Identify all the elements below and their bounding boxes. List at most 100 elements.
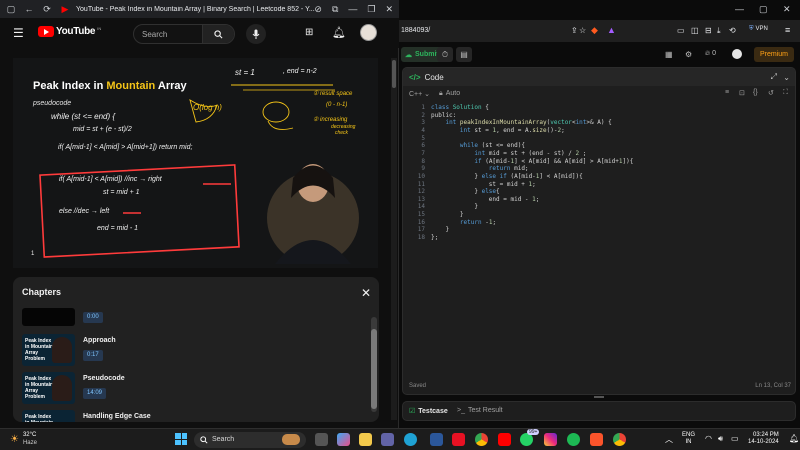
terminal-icon: >_ — [457, 407, 465, 414]
premium-button[interactable]: Premium — [753, 47, 794, 62]
chapter-item-approach[interactable]: Peak Index in Mountain Array Problem App… — [22, 334, 352, 366]
weather-widget[interactable]: ☀ 32°C Haze — [10, 431, 37, 447]
taskbar-search[interactable]: Search — [194, 432, 306, 448]
picture-in-picture-icon[interactable]: ⧉ — [332, 4, 338, 15]
test-result-tab[interactable]: >_ Test Result — [457, 407, 503, 414]
brave-icon[interactable] — [590, 433, 603, 446]
search-icon — [214, 29, 223, 38]
page-scrollbar[interactable] — [391, 58, 397, 420]
bookmark-icon[interactable]: ☆ — [579, 26, 586, 35]
camera-icon[interactable] — [430, 433, 443, 446]
download-icon[interactable]: ⤓ — [717, 26, 721, 36]
label-pseudocode: pseudocode — [33, 100, 72, 107]
youtube-wordmark: YouTube — [56, 26, 96, 37]
collapse-icon[interactable]: ⌄ — [783, 73, 790, 82]
search-button[interactable] — [202, 25, 234, 43]
clock[interactable]: 03:24 PM 14-10-2024 — [748, 432, 779, 446]
braces-icon[interactable]: {} — [753, 89, 758, 96]
profile-avatar[interactable] — [732, 49, 742, 59]
avatar[interactable] — [360, 24, 377, 41]
likes-counter[interactable]: 🔥︎ 0 — [705, 50, 716, 58]
chrome-icon[interactable] — [475, 433, 488, 446]
auto-mode-toggle[interactable]: 🔒︎ Auto — [439, 90, 460, 98]
code-tab[interactable]: </> Code ⤢ ⌄ — [403, 68, 795, 86]
search-input[interactable]: Search — [142, 30, 167, 39]
weather-temp: 32°C — [22, 432, 37, 438]
leetcode-toolbar: ☁ Submit ⏱ ▤ ▦ ⚙ 🔥︎ 0 Premium — [399, 42, 800, 66]
chapters-scrollbar[interactable] — [371, 317, 377, 412]
code-area[interactable]: 1 class Solution {2 public: 3 int peakIndex… — [403, 104, 795, 382]
layout-icon[interactable]: ▦ — [665, 50, 673, 59]
instagram-icon[interactable] — [544, 433, 557, 446]
edge-icon[interactable] — [404, 433, 417, 446]
note-mid: mid = st + (e - st)/2 — [73, 126, 132, 133]
timer-icon[interactable]: ⏱ — [437, 47, 453, 62]
chrome-profile-icon[interactable] — [613, 433, 626, 446]
url-text[interactable]: 1884093/ — [401, 27, 430, 34]
notes-icon[interactable]: ▤ — [456, 47, 472, 62]
notifications-bell-icon[interactable]: 🔔︎ — [332, 26, 346, 39]
menu-icon[interactable]: ≡ — [785, 25, 790, 35]
chapter-item-pseudocode[interactable]: Peak Index in Mountain Array Problem Pse… — [22, 372, 352, 404]
chapter-item-edge-case[interactable]: Peak Index in Mountain Handling Edge Cas… — [22, 410, 352, 422]
youtube-logo[interactable]: YouTube IN — [38, 26, 101, 37]
back-arrow-icon[interactable]: ← — [22, 2, 36, 16]
line-number: 18 — [417, 234, 425, 242]
extensions-icon[interactable]: ◫ — [691, 26, 699, 35]
chapter-item-intro[interactable]: 0:00 — [22, 308, 352, 326]
battery-icon[interactable]: ▭ — [731, 434, 739, 443]
code-editor-panel: </> Code ⤢ ⌄ C++ ⌄ 🔒︎ Auto ≡ ⊡ {} ↺ ⛶ 1 cl… — [402, 67, 796, 395]
format-icon[interactable]: ≡ — [725, 89, 729, 96]
spotify-icon[interactable] — [567, 433, 580, 446]
square-icon[interactable]: ▢ — [4, 2, 18, 16]
chevron-up-icon[interactable]: ︿ — [665, 434, 673, 445]
start-button[interactable] — [175, 433, 187, 445]
teams-icon[interactable] — [381, 433, 394, 446]
close-window-icon[interactable]: ✕ — [385, 4, 393, 15]
leetcode-window: — ▢ ✕ 1884093/ ⇪ ☆ ◆ ▲ ▭ ◫ ⊟ ⤓ ⟲ ⛨ VPN ≡ … — [399, 0, 800, 428]
brave-shield-icon[interactable]: ◆ — [591, 25, 598, 36]
reset-icon[interactable]: ↺ — [768, 89, 774, 97]
expand-icon[interactable]: ⤢ — [771, 72, 777, 82]
eye-slash-icon[interactable]: ⊘ — [314, 4, 322, 15]
bookmark-icon[interactable]: ⊡ — [739, 89, 745, 97]
video-player[interactable]: Peak Index in Mountain Array pseudocode … — [13, 58, 378, 268]
wallet-icon[interactable]: ⊟ — [705, 26, 712, 35]
note-c1b: (0 - n-1) — [326, 102, 348, 108]
app-red-icon[interactable] — [452, 433, 465, 446]
editor-status-bar: Saved Ln 13, Col 37 — [403, 380, 795, 394]
testcase-tab[interactable]: ☑ Testcase — [409, 407, 448, 416]
panel-icon[interactable]: ▭ — [677, 26, 685, 35]
settings-gear-icon[interactable]: ⚙ — [685, 50, 692, 59]
share-icon[interactable]: ⇪ — [571, 26, 578, 35]
task-view-icon[interactable] — [315, 433, 328, 446]
close-icon[interactable]: ✕ — [361, 286, 371, 300]
fullscreen-icon[interactable]: ⛶ — [783, 89, 788, 97]
youtube-app-icon[interactable] — [498, 433, 511, 446]
reload-icon[interactable]: ⟳ — [40, 2, 54, 16]
create-video-icon[interactable]: ⊞ — [305, 27, 313, 38]
brave-rewards-icon[interactable]: ▲ — [607, 25, 616, 35]
hamburger-menu-icon[interactable]: ☰ — [13, 26, 24, 40]
note-else: else //dec → left — [59, 208, 110, 215]
minimize-icon[interactable]: — — [735, 4, 744, 14]
wifi-icon[interactable]: ◠ — [705, 434, 712, 443]
maximize-icon[interactable]: ▢ — [759, 4, 768, 15]
files-icon[interactable] — [359, 433, 372, 446]
search-box[interactable]: Search — [133, 24, 235, 44]
copilot-icon[interactable] — [337, 433, 350, 446]
notifications-icon[interactable]: 🔔︎ — [789, 434, 799, 443]
volume-icon[interactable]: 🔊︎ — [718, 434, 723, 444]
minimize-icon[interactable]: — — [348, 4, 357, 14]
language-indicator[interactable]: ENG IN — [682, 432, 695, 446]
panel-resize-handle[interactable] — [594, 396, 604, 398]
restore-icon[interactable]: ❐ — [367, 4, 375, 15]
note-c2: ② increasing — [313, 117, 348, 123]
language-select[interactable]: C++ ⌄ — [409, 90, 430, 98]
checkbox-icon: ☑ — [409, 408, 416, 415]
editor-options-bar: C++ ⌄ 🔒︎ Auto ≡ ⊡ {} ↺ ⛶ — [403, 86, 795, 102]
vpn-button[interactable]: ⛨ VPN — [749, 26, 768, 33]
close-window-icon[interactable]: ✕ — [783, 4, 791, 15]
history-icon[interactable]: ⟲ — [729, 26, 736, 35]
mic-button[interactable] — [246, 24, 266, 44]
